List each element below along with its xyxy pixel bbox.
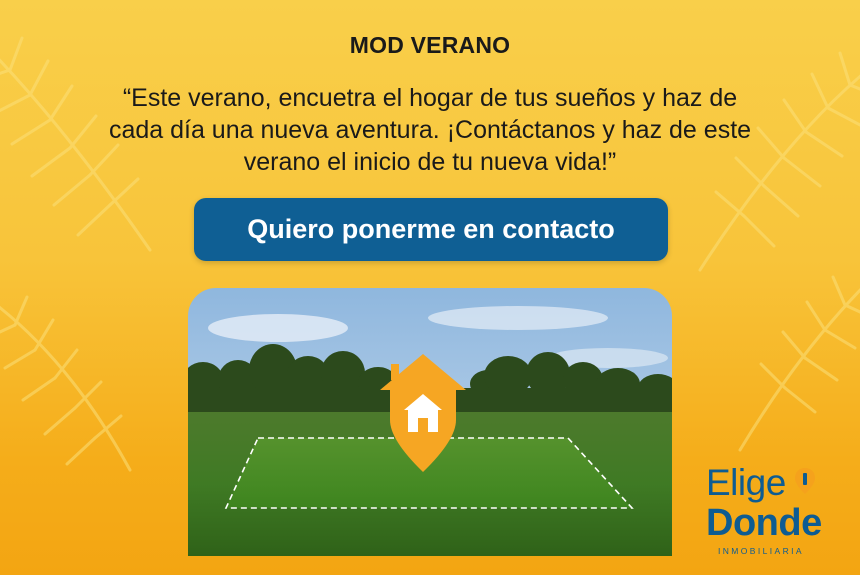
promo-banner: MOD VERANO “Este verano, encuetra el hog… — [0, 0, 860, 575]
promo-quote: “Este verano, encuetra el hogar de tus s… — [30, 82, 830, 178]
banner-title: MOD VERANO — [349, 32, 511, 58]
location-pin-icon — [795, 468, 815, 494]
house-location-pin-icon — [380, 354, 466, 472]
logo-line1: Elige — [706, 462, 786, 503]
quote-line: verano el inicio de tu nueva vida!” — [243, 148, 617, 176]
elige-donde-logo: Elige Donde INMOBILIARIA — [700, 462, 830, 562]
contact-button[interactable]: Quiero ponerme en contacto — [194, 198, 668, 261]
quote-line: “Este verano, encuetra el hogar de tus s… — [122, 84, 738, 112]
land-plot-photo — [188, 288, 672, 556]
quote-line: cada día una nueva aventura. ¡Contáctano… — [108, 116, 752, 144]
logo-line2: Donde — [706, 502, 822, 544]
logo-line3: INMOBILIARIA — [718, 546, 804, 556]
